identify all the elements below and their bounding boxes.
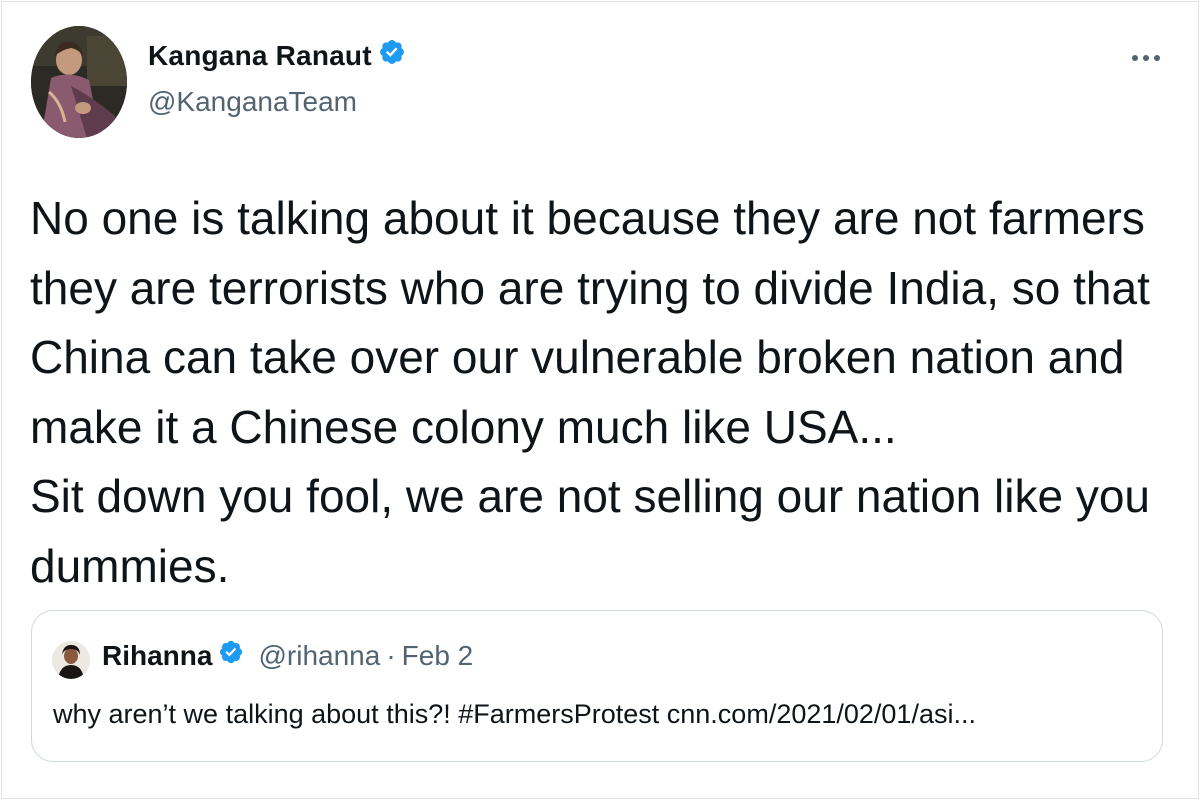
author-display-name[interactable]: Kangana Ranaut — [148, 40, 372, 72]
tweet-text-line: No one is talking about it because they … — [30, 192, 1145, 244]
more-horizontal-icon — [1132, 55, 1160, 61]
tweet-text-line: make it a Chinese colony much like USA..… — [30, 400, 897, 453]
author-display-name-row[interactable]: Kangana Ranaut — [148, 38, 406, 73]
author-handle[interactable]: @KanganaTeam — [148, 86, 357, 118]
tweet-text-line: China can take over our vulnerable broke… — [30, 331, 1125, 383]
tweet-text-line: dummies. — [30, 539, 230, 592]
verified-badge-icon — [218, 639, 244, 672]
quoted-tweet-card[interactable]: Rihanna @rihanna · Feb 2 why aren’t we t… — [31, 610, 1163, 762]
quoted-author-avatar[interactable] — [52, 641, 90, 679]
author-avatar[interactable] — [31, 26, 127, 138]
verified-badge-icon — [378, 38, 406, 73]
tweet-text: No one is talking about it because they … — [30, 184, 1180, 601]
quoted-author-display-name[interactable]: Rihanna — [102, 640, 212, 672]
quoted-author-handle[interactable]: @rihanna — [258, 640, 380, 672]
quoted-tweet-header: Rihanna @rihanna · Feb 2 — [102, 639, 473, 672]
tweet-text-line: they are terrorists who are trying to di… — [30, 261, 1150, 314]
more-options-button[interactable] — [1128, 40, 1164, 76]
quoted-tweet-text: why aren’t we talking about this?! #Farm… — [53, 699, 976, 729]
tweet-text-line: Sit down you fool, we are not selling ou… — [30, 470, 1150, 522]
quoted-separator: · — [386, 639, 396, 671]
quoted-tweet-date[interactable]: Feb 2 — [402, 640, 474, 672]
